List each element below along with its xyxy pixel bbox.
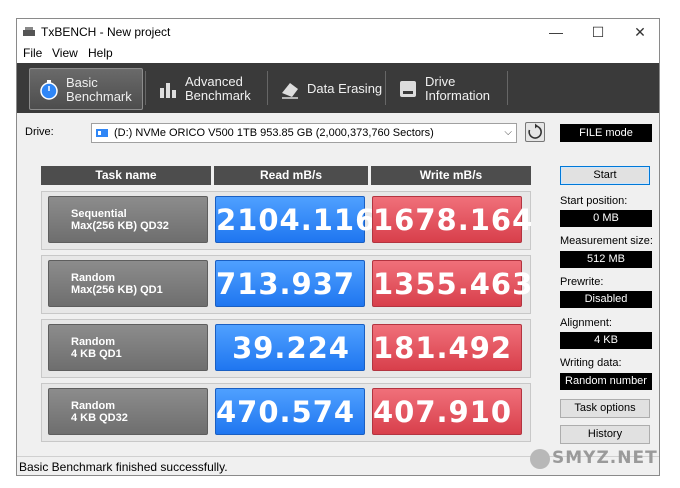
measurement-size-value[interactable]: 512 MB [560,251,652,268]
tab-label: Advanced Benchmark [185,74,251,103]
title-bar: TxBENCH - New project — ☐ ✕ [17,19,659,45]
result-row: Random 4 KB QD1 39.224 181.492 [41,319,531,378]
header-write: Write mB/s [371,166,531,185]
tab-divider [507,71,508,105]
tab-drive-information[interactable]: Drive Information [389,68,505,110]
tab-divider [385,71,386,105]
tab-basic-benchmark[interactable]: Basic Benchmark [29,68,143,110]
header-read: Read mB/s [214,166,368,185]
task-name: Random 4 KB QD1 [71,336,122,360]
mode-indicator: FILE mode [560,124,652,142]
status-text: Basic Benchmark finished successfully. [19,460,228,474]
drive-select[interactable]: (D:) NVMe ORICO V500 1TB 953.85 GB (2,00… [91,123,517,143]
refresh-icon [528,123,542,139]
menu-view[interactable]: View [52,46,78,60]
drive-value: (D:) NVMe ORICO V500 1TB 953.85 GB (2,00… [114,127,434,139]
task-name: Random Max(256 KB) QD1 [71,272,163,296]
read-value: 470.574 [215,388,365,435]
task-options-button[interactable]: Task options [560,399,650,418]
read-value: 713.937 [215,260,365,307]
prewrite-label: Prewrite: [560,276,604,288]
menu-file[interactable]: File [23,46,42,60]
start-position-label: Start position: [560,195,628,207]
measurement-size-label: Measurement size: [560,235,653,247]
task-button[interactable]: Random 4 KB QD1 [48,324,208,371]
drive-label: Drive: [25,126,54,138]
app-window: TxBENCH - New project — ☐ ✕ File View He… [16,18,660,476]
result-row: Random Max(256 KB) QD1 713.937 1355.463 [41,255,532,314]
start-position-value[interactable]: 0 MB [560,210,652,227]
writing-data-value[interactable]: Random number [560,373,652,390]
history-button[interactable]: History [560,425,650,444]
start-button[interactable]: Start [560,166,650,185]
close-button[interactable]: ✕ [619,19,659,45]
write-value: 1678.164 [372,196,532,243]
drive-icon [96,129,108,137]
tab-advanced-benchmark[interactable]: Advanced Benchmark [149,68,265,110]
writing-data-label: Writing data: [560,357,622,369]
tab-divider [267,71,268,105]
header-task-name: Task name [41,166,211,185]
alignment-value[interactable]: 4 KB [560,332,652,349]
write-value: 407.910 [372,388,522,435]
results-grid: Task name Read mB/s Write mB/s Sequentia… [35,159,532,459]
task-name: Random 4 KB QD32 [71,400,128,424]
tab-label: Basic Benchmark [66,75,132,104]
task-button[interactable]: Random 4 KB QD32 [48,388,208,435]
drive-info-icon [400,81,416,97]
app-icon [23,27,35,36]
maximize-button[interactable]: ☐ [577,19,619,45]
stopwatch-icon [40,80,58,100]
result-row: Sequential Max(256 KB) QD32 2104.116 167… [41,191,532,250]
prewrite-value[interactable]: Disabled [560,291,652,308]
tab-data-erasing[interactable]: Data Erasing [271,68,383,110]
bar-chart-icon [160,83,176,98]
write-value: 1355.463 [372,260,532,307]
tab-label: Data Erasing [307,81,383,96]
refresh-button[interactable] [525,122,545,142]
write-value: 181.492 [372,324,522,371]
task-button[interactable]: Random Max(256 KB) QD1 [48,260,208,307]
tab-label: Drive Information [425,74,491,103]
minimize-button[interactable]: — [535,19,577,45]
tab-divider [145,71,146,105]
menu-bar: File View Help [17,45,659,63]
task-button[interactable]: Sequential Max(256 KB) QD32 [48,196,208,243]
eraser-icon [282,83,298,99]
task-name: Sequential Max(256 KB) QD32 [71,208,169,232]
read-value: 2104.116 [215,196,375,243]
window-title: TxBENCH - New project [41,25,171,39]
menu-help[interactable]: Help [88,46,113,60]
read-value: 39.224 [215,324,365,371]
alignment-label: Alignment: [560,317,612,329]
chevron-down-icon: ⌵ [504,127,512,138]
watermark: SMYZ.NET [552,448,658,468]
tab-bar: Basic Benchmark Advanced Benchmark Data … [17,63,659,113]
result-row: Random 4 KB QD32 470.574 407.910 [41,383,531,442]
watermark-logo-icon [530,449,550,469]
